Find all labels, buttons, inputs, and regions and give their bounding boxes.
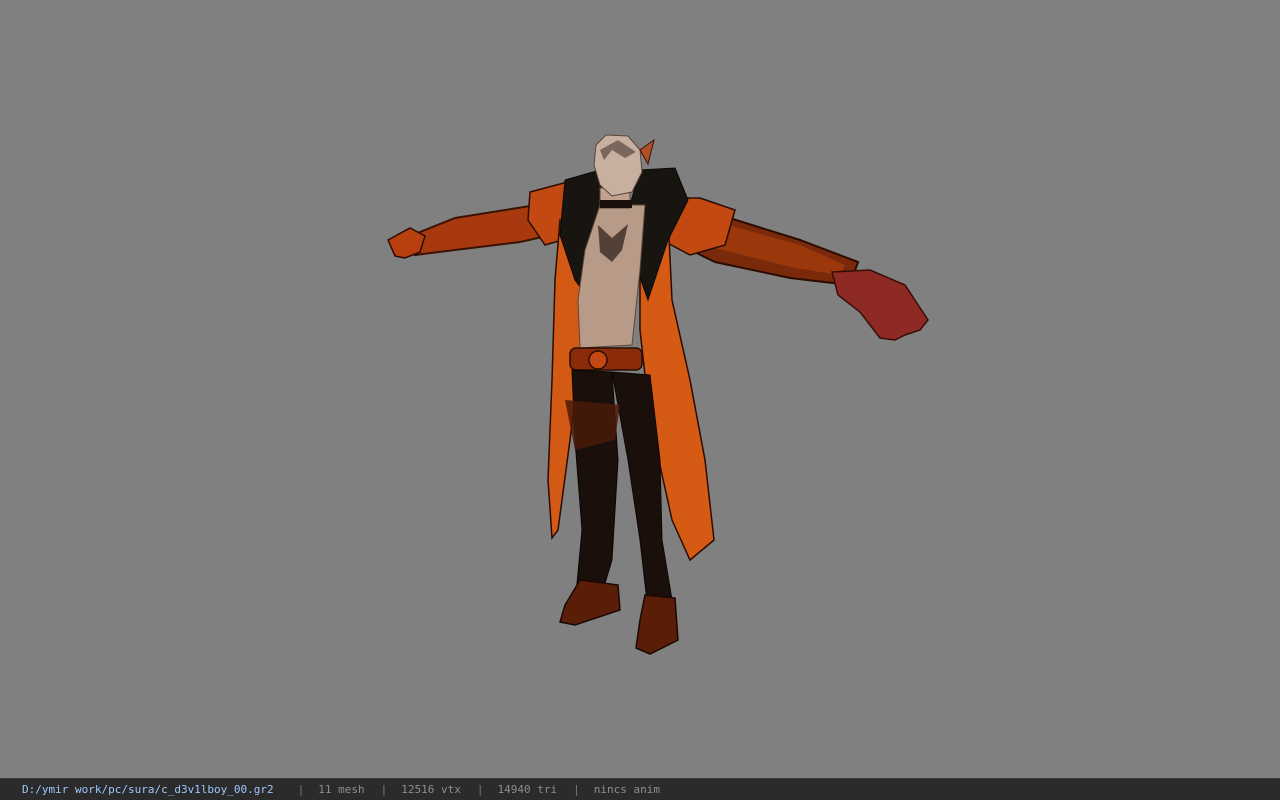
separator: | xyxy=(380,783,388,796)
belt-buckle xyxy=(588,350,608,370)
character-model[interactable] xyxy=(0,0,1280,778)
right-boot xyxy=(635,594,679,655)
3d-viewport[interactable] xyxy=(0,0,1280,778)
separator: | xyxy=(476,783,484,796)
ear-horn xyxy=(639,138,655,166)
separator: | xyxy=(573,783,580,796)
triangle-count: 14940 tri xyxy=(497,783,558,796)
vertex-count: 12516 vtx xyxy=(401,783,461,796)
right-hand xyxy=(831,269,929,341)
animation-status: nincs anim xyxy=(593,783,660,796)
file-path: D:/ymir work/pc/sura/c_d3v1lboy_00.gr2 xyxy=(22,783,274,796)
left-boot xyxy=(559,579,621,626)
separator: | xyxy=(297,783,305,796)
collar-choker xyxy=(600,200,632,208)
mesh-count: 11 mesh xyxy=(318,783,365,796)
status-bar: D:/ymir work/pc/sura/c_d3v1lboy_00.gr2 |… xyxy=(0,778,1280,800)
